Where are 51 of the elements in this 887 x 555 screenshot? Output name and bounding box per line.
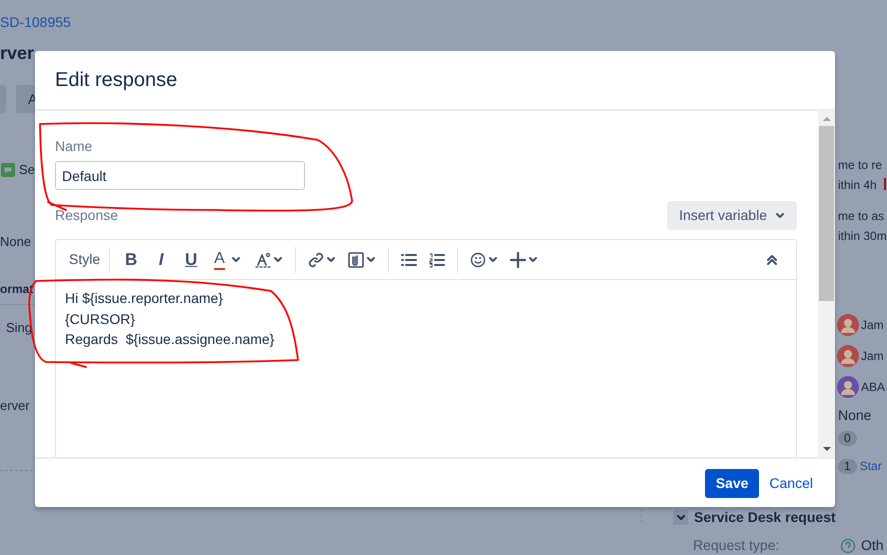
text-line: Regards ${issue.assignee.name} xyxy=(65,330,276,349)
avatar-icon xyxy=(837,376,859,398)
scrollbar[interactable] xyxy=(818,111,835,457)
text-color-button[interactable]: A xyxy=(206,246,249,274)
field-value: None xyxy=(0,233,32,251)
scroll-down-icon xyxy=(822,444,830,454)
count-badge: 0 xyxy=(838,431,857,446)
assignee-name: Jam xyxy=(861,348,884,365)
insert-variable-button[interactable]: Insert variable xyxy=(667,201,797,230)
cancel-link[interactable]: Cancel xyxy=(761,468,821,498)
field-value: None xyxy=(838,406,872,425)
field-label: Response xyxy=(55,206,118,225)
assignee-name: Jam xyxy=(861,317,884,334)
chevron-icon xyxy=(676,513,686,522)
channel-label: Se xyxy=(19,161,35,179)
scroll-up-icon xyxy=(822,114,830,124)
scrollbar-thumb[interactable] xyxy=(819,126,834,301)
format-button[interactable]: I xyxy=(146,246,176,274)
dialog-title: Edit response xyxy=(55,68,178,93)
field-value: erver xyxy=(0,397,30,415)
field-label: Request type: xyxy=(693,536,780,555)
sla-value: ithin 4h xyxy=(838,177,877,194)
issue-title: rver xyxy=(0,42,34,65)
style-menu-button[interactable]: Style xyxy=(66,246,104,274)
text-line: Hi ${issue.reporter.name} xyxy=(65,289,224,308)
chevron-icon xyxy=(775,211,785,220)
numbered-list-icon xyxy=(428,252,445,268)
save-button[interactable]: Save xyxy=(704,468,760,498)
sla-label: me to re xyxy=(838,157,882,174)
attachment-icon xyxy=(348,252,364,268)
format-button[interactable]: U xyxy=(176,246,206,274)
toggle-button[interactable] xyxy=(673,510,688,525)
avatar-icon xyxy=(837,345,859,367)
text-effects-icon xyxy=(254,252,271,268)
field-label: Name xyxy=(55,138,94,154)
link-icon xyxy=(308,252,324,268)
emoji-icon xyxy=(470,252,486,268)
section-title: Service Desk request xyxy=(694,508,836,527)
help-icon xyxy=(840,538,858,554)
avatar-icon xyxy=(837,314,859,336)
plus-icon xyxy=(510,252,526,268)
request-type-value: Oth xyxy=(861,536,884,555)
bullet-list-icon xyxy=(400,252,417,268)
text-line: {CURSOR} xyxy=(65,310,136,329)
format-button[interactable]: B xyxy=(116,246,146,274)
count-badge: 1 xyxy=(838,458,857,474)
assignee-name: ABA xyxy=(861,379,886,396)
editor-text-area[interactable]: Hi ${issue.reporter.name} {CURSOR} Regards ${issue.assignee.name} xyxy=(56,280,796,350)
sla-label: me to as xyxy=(838,208,884,225)
sla-value: ithin 30m xyxy=(838,228,887,245)
name-input[interactable]: Default xyxy=(55,161,305,190)
